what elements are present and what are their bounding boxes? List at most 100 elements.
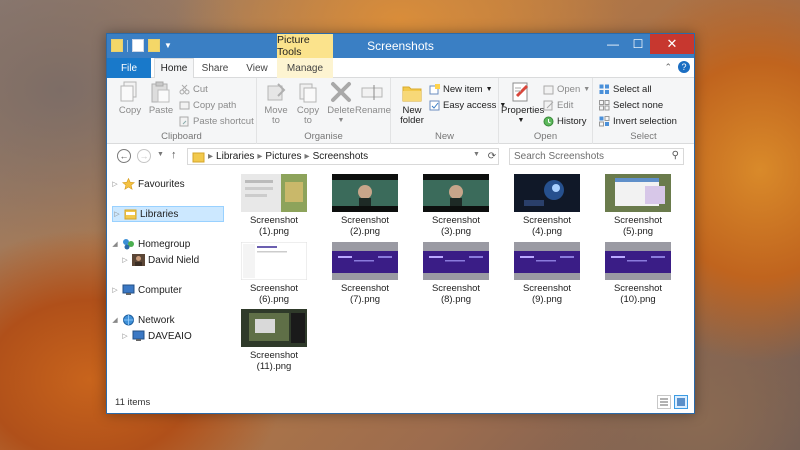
expand-icon[interactable]: ▷ — [111, 180, 119, 188]
file-item[interactable]: Screenshot (1).png — [234, 174, 314, 237]
select-none-icon — [599, 99, 610, 111]
easy-access-button[interactable]: Easy access ▼ — [429, 98, 506, 112]
expand-icon[interactable]: ▷ — [121, 256, 129, 264]
file-item[interactable]: Screenshot (8).png — [416, 242, 496, 305]
organise-group: Move to Copy to Delete ▼ Rename Organise — [257, 78, 391, 144]
maximize-button[interactable]: ☐ — [626, 34, 650, 54]
edit-label: Edit — [557, 99, 574, 111]
chevron-right-icon: ▸ — [304, 151, 310, 162]
nav-item-network[interactable]: ◢ Network — [111, 312, 175, 328]
forward-button[interactable]: → — [137, 149, 151, 163]
refresh-button[interactable]: ⟳ — [485, 148, 499, 165]
address-dropdown-icon[interactable]: ▼ — [473, 151, 480, 158]
file-item[interactable]: Screenshot (9).png — [507, 242, 587, 305]
expand-icon[interactable]: ▷ — [113, 210, 121, 218]
expand-icon[interactable]: ▷ — [121, 332, 129, 340]
file-name-line: (9).png — [531, 294, 563, 305]
paste-button[interactable]: Paste — [144, 80, 178, 116]
delete-button[interactable]: Delete ▼ — [324, 80, 358, 126]
status-bar: 11 items — [107, 393, 694, 413]
help-icon[interactable]: ? — [678, 61, 690, 73]
open-button[interactable]: Open ▼ — [543, 82, 590, 96]
file-thumbnail — [514, 174, 580, 212]
file-name-line: Screenshot — [431, 283, 481, 294]
tab-home[interactable]: Home — [154, 58, 194, 79]
properties-button[interactable]: Properties ▼ — [501, 80, 544, 126]
collapse-icon[interactable]: ◢ — [111, 316, 119, 324]
new-group-label: New — [434, 131, 454, 142]
move-to-button[interactable]: Move to — [259, 80, 293, 126]
up-button[interactable]: ↑ — [171, 149, 177, 161]
paste-shortcut-label: Paste shortcut — [193, 115, 254, 127]
tab-view[interactable]: View — [241, 58, 273, 78]
file-name-line: (5).png — [622, 226, 654, 237]
edit-button[interactable]: Edit — [543, 98, 573, 112]
star-icon — [121, 177, 136, 190]
expand-icon[interactable]: ▷ — [111, 286, 119, 294]
breadcrumb-pictures[interactable]: Pictures — [265, 151, 301, 162]
file-explorer-window: ▼ Picture Tools Screenshots — ☐ ✕ File H… — [106, 33, 695, 414]
breadcrumb-screenshots[interactable]: Screenshots — [313, 151, 369, 162]
search-icon[interactable]: ⚲ — [672, 150, 679, 161]
details-view-button[interactable] — [657, 395, 671, 409]
chevron-up-icon[interactable]: ⌃ — [664, 62, 672, 73]
search-input[interactable]: Search Screenshots ⚲ — [509, 148, 684, 165]
file-name-line: Screenshot — [340, 215, 390, 226]
scissors-icon — [179, 84, 190, 95]
recent-locations-icon[interactable]: ▼ — [157, 151, 164, 158]
new-item-button[interactable]: New item ▼ — [429, 82, 493, 96]
back-button[interactable]: ← — [117, 149, 131, 163]
new-folder-button[interactable]: New folder — [395, 80, 429, 126]
nav-item-libraries[interactable]: ▷ Libraries — [112, 206, 224, 222]
nav-item-homegroup[interactable]: ◢ Homegroup — [111, 236, 190, 252]
title-bar[interactable]: ▼ Picture Tools Screenshots — ☐ ✕ — [107, 34, 694, 58]
history-button[interactable]: History — [543, 114, 587, 128]
file-item[interactable]: Screenshot (3).png — [416, 174, 496, 237]
tab-file[interactable]: File — [107, 58, 151, 78]
clipboard-group: Copy Paste Cut Copy path Paste shortcut … — [107, 78, 257, 144]
breadcrumb[interactable]: ▸ Libraries ▸ Pictures ▸ Screenshots — [187, 148, 499, 165]
file-thumbnail — [241, 174, 307, 212]
nav-item-computer[interactable]: ▷ Computer — [111, 282, 182, 298]
file-item[interactable]: Screenshot (4).png — [507, 174, 587, 237]
file-item[interactable]: Screenshot (2).png — [325, 174, 405, 237]
collapse-icon[interactable]: ◢ — [111, 240, 119, 248]
chevron-right-icon: ▸ — [208, 151, 214, 162]
select-group: Select all Select none Invert selection … — [593, 78, 694, 144]
network-icon — [122, 314, 135, 326]
nav-item-favourites[interactable]: ▷ Favourites — [111, 176, 185, 192]
file-item[interactable]: Screenshot (7).png — [325, 242, 405, 305]
tab-share[interactable]: Share — [197, 58, 233, 78]
copy-path-button[interactable]: Copy path — [179, 98, 236, 112]
cut-button[interactable]: Cut — [179, 82, 208, 96]
file-name-line: Screenshot — [522, 215, 572, 226]
nav-item-david-nield[interactable]: ▷ David Nield — [121, 252, 199, 268]
easy-access-icon — [429, 100, 440, 111]
file-item[interactable]: Screenshot (5).png — [598, 174, 678, 237]
minimize-button[interactable]: — — [600, 34, 626, 54]
close-button[interactable]: ✕ — [650, 34, 694, 54]
copy-label: Copy — [118, 105, 142, 116]
breadcrumb-libraries[interactable]: Libraries — [216, 151, 254, 162]
tab-manage[interactable]: Manage — [277, 58, 333, 78]
file-item[interactable]: Screenshot (6).png — [234, 242, 314, 305]
select-all-icon — [599, 84, 610, 95]
select-none-button[interactable]: Select none — [599, 98, 663, 112]
rename-button[interactable]: Rename — [355, 80, 391, 116]
paste-shortcut-button[interactable]: Paste shortcut — [179, 114, 254, 128]
homegroup-icon — [122, 238, 135, 250]
nav-label-daveaio: DAVEAIO — [148, 330, 192, 342]
history-label: History — [557, 115, 587, 127]
copy-to-button[interactable]: Copy to — [291, 80, 325, 126]
file-item[interactable]: Screenshot (11).png — [234, 309, 314, 372]
nav-item-daveaio[interactable]: ▷ DAVEAIO — [121, 328, 192, 344]
file-name-line: (1).png — [258, 226, 290, 237]
cut-label: Cut — [193, 83, 208, 95]
new-group: New folder New item ▼ Easy access ▼ New — [391, 78, 506, 144]
copy-button[interactable]: Copy — [113, 80, 147, 116]
rename-icon — [360, 80, 384, 104]
large-icons-view-button[interactable] — [674, 395, 688, 409]
invert-selection-button[interactable]: Invert selection — [599, 114, 677, 128]
file-item[interactable]: Screenshot (10).png — [598, 242, 678, 305]
select-all-button[interactable]: Select all — [599, 82, 652, 96]
